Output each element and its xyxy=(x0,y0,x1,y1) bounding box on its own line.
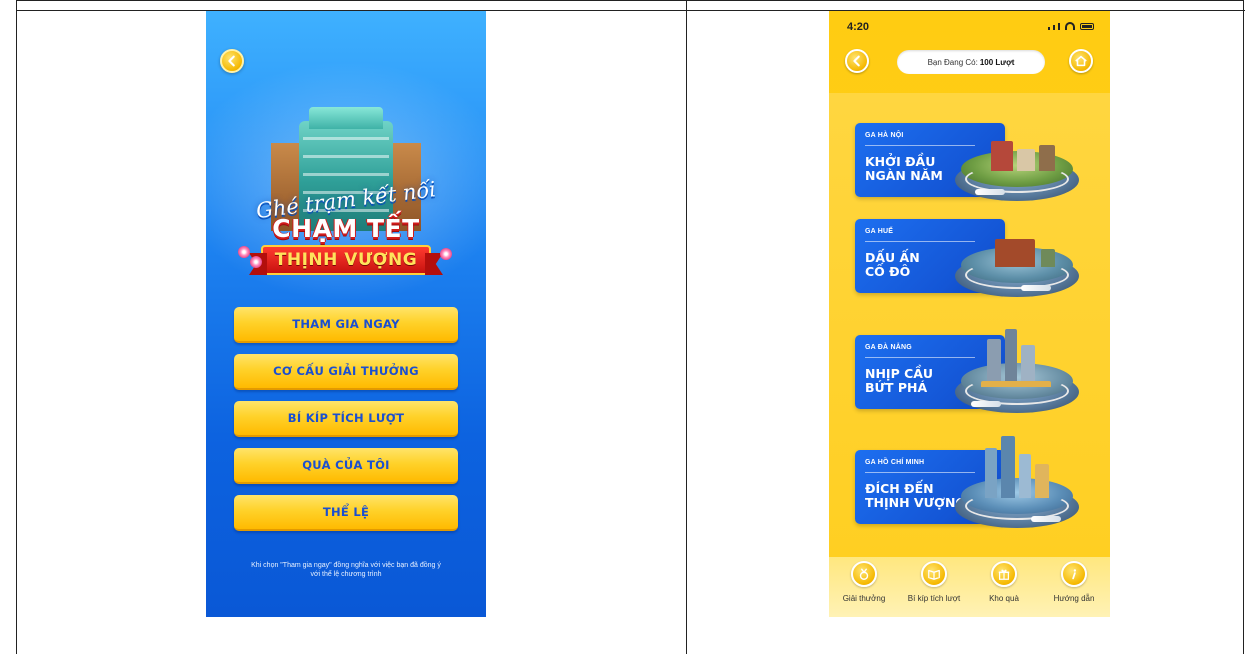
signal-icon xyxy=(1058,23,1060,30)
train-icon xyxy=(971,401,1001,407)
station-label: GA HÀ NỘI xyxy=(865,132,904,139)
hue-island-illustration xyxy=(951,205,1083,297)
gift-icon xyxy=(991,561,1017,587)
landing-screen: Ghé trạm kết nối CHẠM TẾT THỊNH VƯỢNG TH… xyxy=(206,11,486,617)
building-floor-line xyxy=(303,155,389,158)
skyscraper-shape xyxy=(985,448,997,498)
station-name-line-2: BỨT PHÁ xyxy=(865,380,928,395)
hochiminh-island-illustration xyxy=(951,436,1083,528)
tab-earn-turns[interactable]: Bí kíp tích lượt xyxy=(899,561,969,603)
station-name-line-1: NHỊP CẦU xyxy=(865,366,934,381)
home-icon xyxy=(1075,55,1087,67)
title-ribbon: THỊNH VƯỢNG xyxy=(261,245,431,275)
main-menu: THAM GIA NGAY CƠ CẤU GIẢI THƯỞNG BÍ KÍP … xyxy=(234,307,458,542)
tower-shape xyxy=(987,339,1001,383)
wifi-icon xyxy=(1065,22,1075,30)
table-column-divider xyxy=(686,0,687,654)
tab-gift-store[interactable]: Kho quà xyxy=(969,561,1039,603)
back-button[interactable] xyxy=(220,49,244,73)
station-danang[interactable]: GA ĐÀ NẴNG NHỊP CẦU BỨT PHÁ xyxy=(855,321,1095,413)
my-gifts-button[interactable]: QUÀ CỦA TÔI xyxy=(234,448,458,484)
station-name: KHỞI ĐẦU NGÀN NĂM xyxy=(865,155,943,183)
flower-icon xyxy=(238,246,250,258)
tab-label: Hướng dẫn xyxy=(1053,594,1095,603)
tower-shape xyxy=(1005,329,1017,383)
railway-track xyxy=(965,261,1069,289)
prize-structure-button[interactable]: CƠ CẤU GIẢI THƯỞNG xyxy=(234,354,458,390)
rules-button[interactable]: THỂ LỆ xyxy=(234,495,458,531)
tab-label: Bí kíp tích lượt xyxy=(907,594,961,603)
disclaimer-line-1: Khi chọn "Tham gia ngay" đồng nghĩa với … xyxy=(251,562,441,569)
back-button[interactable] xyxy=(845,49,869,73)
station-name-line-2: NGÀN NĂM xyxy=(865,168,943,183)
tab-guide[interactable]: Hướng dẫn xyxy=(1039,561,1109,603)
train-icon xyxy=(1031,516,1061,522)
tab-prizes[interactable]: Giải thưởng xyxy=(829,561,899,603)
stations-list: GA HÀ NỘI KHỞI ĐẦU NGÀN NĂM GA HUẾ DẤU Ấ… xyxy=(829,93,1110,557)
terms-disclaimer: Khi chọn "Tham gia ngay" đồng nghĩa với … xyxy=(226,561,466,579)
station-name-line-2: CỐ ĐÔ xyxy=(865,264,911,279)
turn-counter: Bạn Đang Có: 100 Lượt xyxy=(897,50,1045,74)
status-icons xyxy=(1048,22,1094,30)
signal-icon xyxy=(1053,25,1055,30)
station-map-screen: 4:20 Bạn Đang Có: 100 Lượt GA HÀ NỘI KHỞ… xyxy=(829,11,1110,617)
arrow-left-icon xyxy=(228,55,235,67)
flower-icon xyxy=(250,256,262,268)
home-button[interactable] xyxy=(1069,49,1093,73)
info-icon xyxy=(1061,561,1087,587)
status-time: 4:20 xyxy=(847,21,870,33)
campaign-title-logo: Ghé trạm kết nối CHẠM TẾT THỊNH VƯỢNG xyxy=(236,177,456,286)
turn-counter-label: Bạn Đang Có: xyxy=(927,57,978,67)
station-label: GA HỒ CHÍ MINH xyxy=(865,459,925,466)
station-hochiminh[interactable]: GA HỒ CHÍ MINH ĐÍCH ĐẾN THỊNH VƯỢNG xyxy=(855,436,1095,528)
tab-label: Kho quà xyxy=(989,594,1019,603)
building-floor-line xyxy=(303,173,389,176)
station-name-line-1: DẤU ẤN xyxy=(865,250,920,265)
station-label: GA HUẾ xyxy=(865,228,894,235)
join-now-button[interactable]: THAM GIA NGAY xyxy=(234,307,458,343)
station-label: GA ĐÀ NẴNG xyxy=(865,344,912,351)
station-hue[interactable]: GA HUẾ DẤU ẤN CỐ ĐÔ xyxy=(855,205,1095,297)
station-name: NHỊP CẦU BỨT PHÁ xyxy=(865,367,933,395)
skyscraper-shape xyxy=(1001,436,1015,498)
train-icon xyxy=(1021,285,1051,291)
status-bar: 4:20 xyxy=(829,11,1110,35)
book-icon xyxy=(921,561,947,587)
battery-icon xyxy=(1080,23,1094,30)
building-floor-line xyxy=(303,137,389,140)
disclaimer-line-2: với thể lệ chương trình xyxy=(310,571,382,578)
train-icon xyxy=(975,189,1005,195)
building-roof xyxy=(309,107,383,129)
earn-turns-tips-button[interactable]: BÍ KÍP TÍCH LƯỢT xyxy=(234,401,458,437)
flower-icon xyxy=(440,248,452,260)
station-name: DẤU ẤN CỐ ĐÔ xyxy=(865,251,920,279)
arrow-left-icon xyxy=(853,55,860,67)
bottom-tab-bar: Giải thưởng Bí kíp tích lượt Kho quà Hướ… xyxy=(829,557,1110,617)
title-line-2: THỊNH VƯỢNG xyxy=(274,250,418,270)
tab-label: Giải thưởng xyxy=(842,594,886,603)
danang-island-illustration xyxy=(951,321,1083,413)
station-hanoi[interactable]: GA HÀ NỘI KHỞI ĐẦU NGÀN NĂM xyxy=(855,109,1095,201)
hanoi-island-illustration xyxy=(951,109,1083,201)
turn-counter-value: 100 Lượt xyxy=(979,57,1015,67)
medal-icon xyxy=(851,561,877,587)
station-name-line-1: KHỞI ĐẦU xyxy=(865,154,936,169)
signal-icon xyxy=(1048,27,1050,30)
